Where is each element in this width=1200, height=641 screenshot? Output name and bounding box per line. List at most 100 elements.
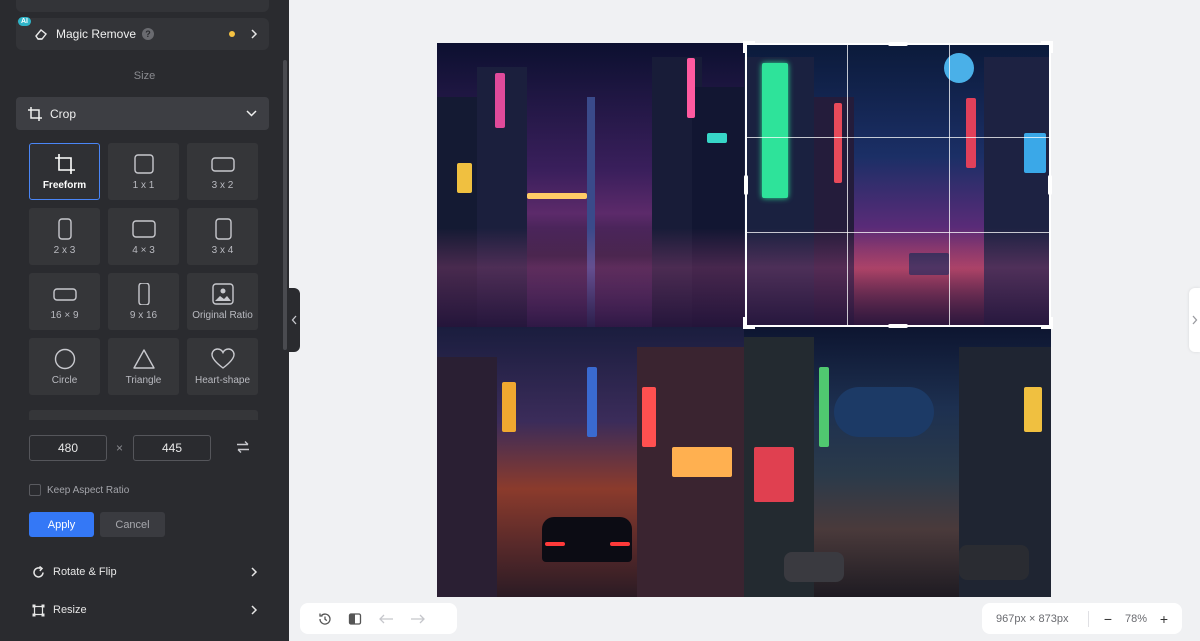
zoom-level: 78% [1124,612,1148,625]
zoom-in-button[interactable]: + [1153,608,1175,630]
crop-handle-right[interactable] [1048,175,1052,195]
preset-label: 9 x 16 [129,309,158,321]
size-section-label: Size [133,70,156,82]
compare-icon[interactable] [348,612,362,626]
crop-preset-grid: Freeform 1 x 1 3 x 2 2 x 3 4 × 3 3 x 4 1… [29,143,258,395]
crop-grid-line [747,137,1049,138]
sidebar-scrollbar[interactable] [283,60,287,350]
history-icon[interactable] [318,612,332,626]
preset-label: Circle [51,374,78,386]
chevron-right-icon [249,567,259,577]
sidebar-panel: AI Magic Remove ? Size Crop Freeform 1 x… [0,0,289,641]
preset-label: 3 x 2 [211,179,234,191]
zoom-out-button[interactable]: − [1097,608,1119,630]
image-quadrant-bottom-left [437,327,744,597]
magic-remove-label: Magic Remove [56,27,137,41]
preset-label: 1 x 1 [132,179,155,191]
chevron-right-icon [249,605,259,615]
image-quadrant-bottom-right [744,327,1051,597]
crop-grid-line [747,232,1049,233]
crop-handle-bottom-left[interactable] [743,317,755,329]
crop-handle-bottom-right[interactable] [1041,317,1053,329]
keep-aspect-ratio-label: Keep Aspect Ratio [47,484,130,496]
keep-aspect-ratio-option[interactable]: Keep Aspect Ratio [29,484,129,496]
chevron-down-icon [246,108,257,119]
rotate-icon [32,565,45,579]
preset-9x16[interactable]: 9 x 16 [108,273,179,330]
preset-label: 16 × 9 [50,309,79,321]
image-size-readout: 967px × 873px [996,612,1069,625]
preset-label: Original Ratio [192,309,253,321]
preset-3x4[interactable]: 3 x 4 [187,208,258,265]
preset-1x1[interactable]: 1 x 1 [108,143,179,200]
apply-button[interactable]: Apply [29,512,94,537]
portrait-rect-icon [57,217,72,240]
zoom-toolbar: 967px × 873px − 78% + [982,603,1182,634]
height-input[interactable] [133,435,212,461]
preset-circle[interactable]: Circle [29,338,100,395]
circle-icon [54,348,75,369]
chevron-right-icon [249,29,259,39]
undo-arrow-icon[interactable] [378,613,394,625]
keep-aspect-ratio-checkbox[interactable] [29,484,41,496]
preset-label: Freeform [42,179,87,191]
redo-arrow-icon[interactable] [410,613,426,625]
preset-freeform[interactable]: Freeform [29,143,100,200]
preset-16x9[interactable]: 16 × 9 [29,273,100,330]
portrait-rect-icon [214,217,232,240]
crop-handle-bottom[interactable] [888,324,908,328]
preset-heart-shape[interactable]: Heart-shape [187,338,258,395]
tall-rect-icon [137,282,150,305]
times-symbol: × [116,441,124,455]
preset-3x2[interactable]: 3 x 2 [187,143,258,200]
preset-label: Heart-shape [194,374,251,386]
freeform-crop-icon [54,153,75,174]
heart-icon [210,347,235,369]
crop-handle-left[interactable] [744,175,748,195]
preset-2x3[interactable]: 2 x 3 [29,208,100,265]
preset-label: Triangle [125,374,162,386]
image-icon [211,282,234,305]
chevron-left-icon [291,315,297,325]
crop-dimensions: × [29,435,249,461]
rotate-flip-row[interactable]: Rotate & Flip [16,558,269,586]
crop-handle-top-left[interactable] [743,41,755,53]
ai-badge: AI [18,17,31,26]
expand-right-panel-handle[interactable] [1189,288,1200,352]
square-icon [133,153,154,174]
collapse-sidebar-handle[interactable] [289,288,300,352]
swap-dimensions-icon[interactable] [236,440,250,459]
crop-dropdown[interactable]: Crop [16,97,269,130]
status-dot [229,31,235,37]
crop-icon [28,106,42,121]
preset-label: 4 × 3 [132,244,155,256]
crop-label: Crop [50,106,77,121]
collapsed-section-stub[interactable] [16,0,269,12]
cancel-button[interactable]: Cancel [100,512,165,537]
more-presets-peek[interactable] [29,410,258,420]
preset-original-ratio[interactable]: Original Ratio [187,273,258,330]
rotate-flip-label: Rotate & Flip [53,566,117,578]
crop-handle-top[interactable] [888,42,908,46]
chevron-right-icon [1192,315,1198,325]
help-icon[interactable]: ? [142,28,155,40]
image-quadrant-top-left [437,43,744,327]
crop-selection-box[interactable] [743,41,1053,329]
crop-handle-top-right[interactable] [1041,41,1053,53]
preset-triangle[interactable]: Triangle [108,338,179,395]
crop-grid-line [949,45,950,325]
crop-grid-line [847,45,848,325]
resize-row[interactable]: Resize [16,596,269,624]
divider [1088,610,1089,627]
preset-4x3[interactable]: 4 × 3 [108,208,179,265]
triangle-icon [132,348,155,369]
eraser-icon [34,27,48,41]
preset-label: 2 x 3 [53,244,76,256]
resize-icon [32,604,45,617]
magic-remove-row[interactable]: AI Magic Remove ? [16,17,269,50]
width-input[interactable] [29,435,107,461]
history-toolbar [300,603,457,634]
preset-label: 3 x 4 [211,244,234,256]
resize-label: Resize [53,604,87,616]
landscape-rect-icon [131,219,156,238]
